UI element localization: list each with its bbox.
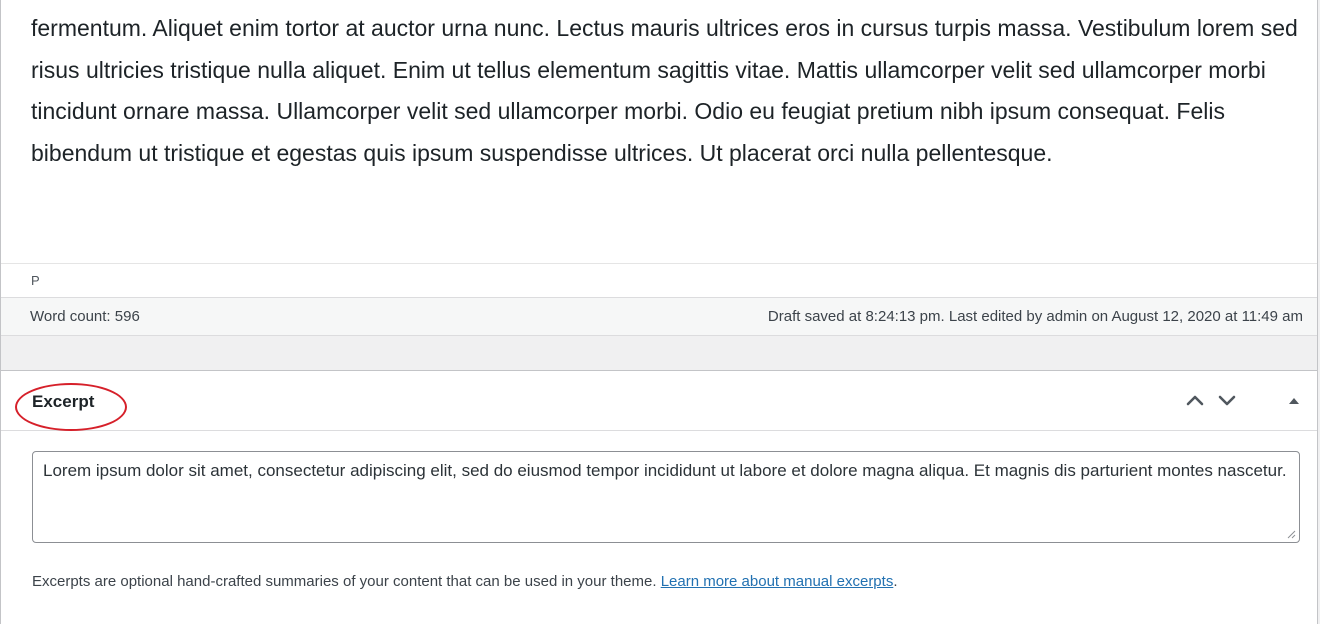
excerpt-help-suffix: . [893, 573, 898, 590]
excerpt-textarea-value: Lorem ipsum dolor sit amet, consectetur … [43, 461, 1287, 480]
post-content-editor[interactable]: fermentum. Aliquet enim tortor at auctor… [1, 0, 1317, 263]
move-down-button[interactable] [1214, 387, 1240, 413]
learn-more-link[interactable]: Learn more about manual excerpts [661, 573, 894, 590]
excerpt-help-text: Excerpts are optional hand-crafted summa… [32, 573, 898, 590]
excerpt-title: Excerpt [32, 392, 95, 411]
excerpt-textarea[interactable]: Lorem ipsum dolor sit amet, consectetur … [32, 451, 1300, 543]
element-path: P [1, 263, 1317, 297]
post-content-text: fermentum. Aliquet enim tortor at auctor… [31, 15, 1298, 166]
excerpt-metabox: Excerpt Lorem ipsum dolor sit amet, cons… [1, 370, 1317, 624]
element-path-item[interactable]: P [31, 273, 40, 288]
excerpt-help-description: Excerpts are optional hand-crafted summa… [32, 573, 657, 590]
chevron-up-icon [1186, 395, 1204, 406]
draft-save-status: Draft saved at 8:24:13 pm. Last edited b… [767, 308, 1303, 325]
excerpt-metabox-header: Excerpt [1, 371, 1317, 431]
editor-status-bar: Word count: 596 Draft saved at 8:24:13 p… [1, 297, 1317, 336]
chevron-down-icon [1218, 395, 1236, 406]
resize-handle-icon[interactable] [1287, 530, 1296, 539]
move-up-button[interactable] [1182, 387, 1208, 413]
word-count: Word count: 596 [30, 308, 140, 325]
caret-up-icon [1289, 398, 1299, 404]
toggle-panel-button[interactable] [1281, 387, 1307, 413]
